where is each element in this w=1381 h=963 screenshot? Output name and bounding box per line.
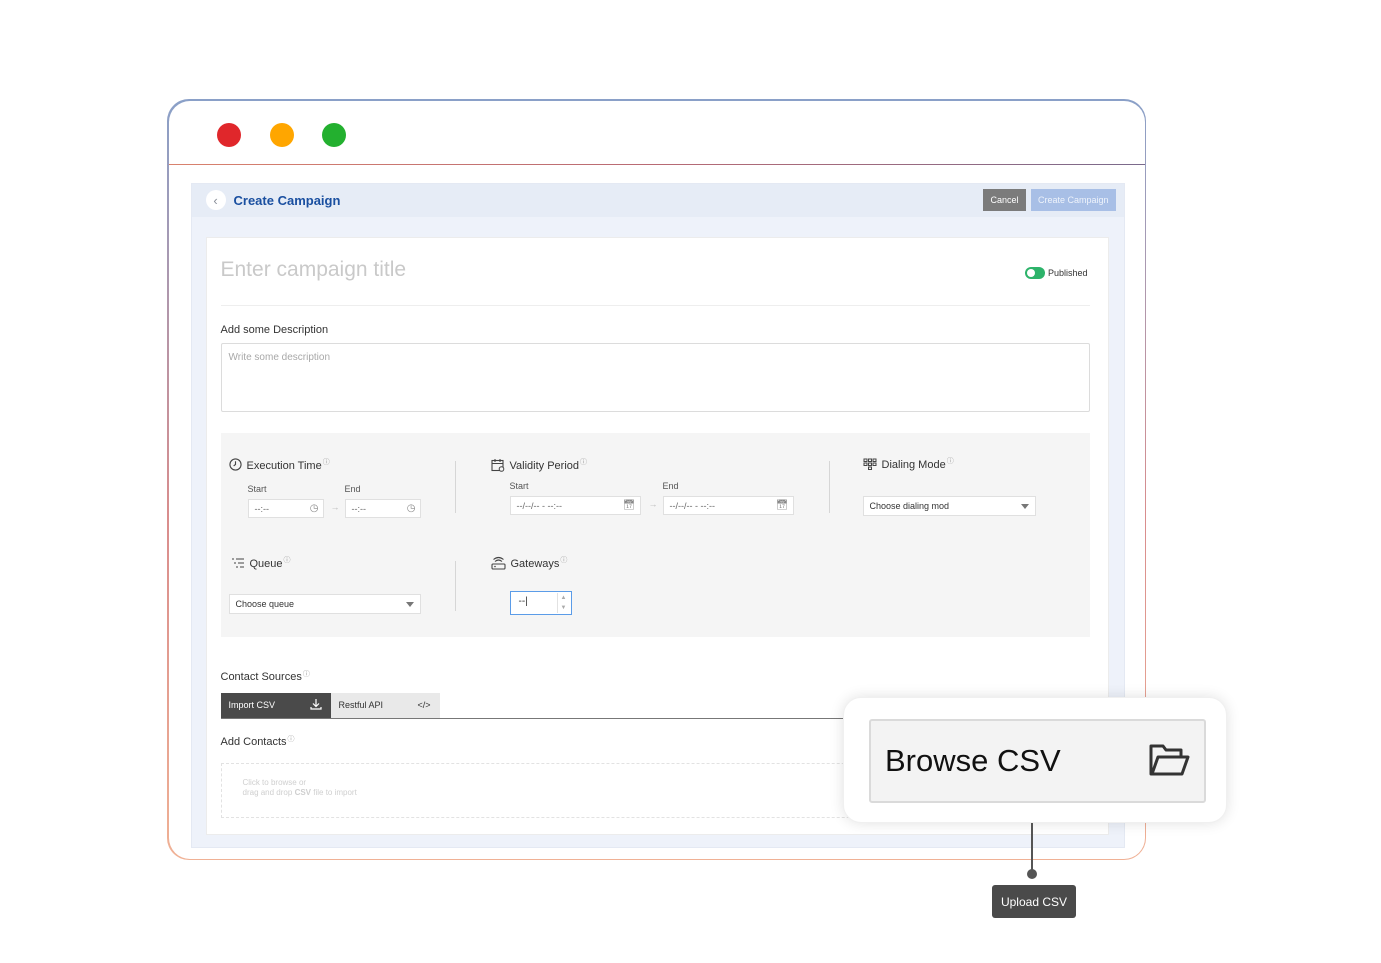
execution-start-label: Start <box>247 483 267 494</box>
caret-down-icon <box>405 601 414 607</box>
add-contacts-label: Add Contactsⓘ <box>220 735 295 748</box>
window-close-dot[interactable] <box>216 122 241 147</box>
queue-label: Queue ⓘ <box>231 557 291 572</box>
callout-connector-dot <box>1027 869 1037 879</box>
validity-end-label: End <box>662 480 679 491</box>
divider <box>828 460 830 513</box>
description-label: Add some Description <box>220 323 329 336</box>
callout-connector <box>1031 823 1033 873</box>
router-icon <box>490 556 506 573</box>
validity-start-label: Start <box>509 480 529 491</box>
folder-open-icon <box>1149 744 1190 776</box>
execution-start-input[interactable]: --:-- ◷ <box>247 498 324 518</box>
campaign-title-input[interactable]: Enter campaign title <box>221 258 407 282</box>
validity-period-label: Validity Period ⓘ <box>490 457 587 475</box>
info-icon[interactable]: ⓘ <box>947 456 954 466</box>
arrow-right-icon: → <box>648 498 658 509</box>
clock-icon: ◷ <box>309 502 319 514</box>
info-icon[interactable]: ⓘ <box>284 555 291 565</box>
published-toggle[interactable] <box>1024 266 1045 279</box>
arrow-right-icon: → <box>330 501 340 512</box>
contact-sources-label: Contact Sourcesⓘ <box>220 670 310 683</box>
titlebar-divider <box>168 163 1145 165</box>
gateways-input[interactable]: --| ▲ ▼ <box>509 590 572 615</box>
clock-icon <box>228 457 242 474</box>
execution-end-input[interactable]: --:-- ◷ <box>344 498 421 518</box>
list-icon <box>231 557 245 572</box>
upload-csv-tooltip: Upload CSV <box>992 885 1076 918</box>
chevron-left-icon: ‹ <box>213 192 218 208</box>
create-campaign-button[interactable]: Create Campaign <box>1030 188 1116 211</box>
divider <box>454 560 456 611</box>
browse-csv-label: Browse CSV <box>885 743 1061 778</box>
clock-icon: ◷ <box>406 502 416 514</box>
divider <box>454 460 456 513</box>
page-header: ‹ Create Campaign Cancel Create Campaign <box>191 183 1124 217</box>
page-title: Create Campaign <box>233 192 341 208</box>
info-icon[interactable]: ⓘ <box>323 457 330 467</box>
download-icon <box>309 698 322 713</box>
info-icon[interactable]: ⓘ <box>288 736 295 743</box>
queue-select[interactable]: Choose queue <box>228 593 421 614</box>
cancel-button[interactable]: Cancel <box>983 188 1026 211</box>
window-maximize-dot[interactable] <box>321 122 346 147</box>
validity-end-input[interactable]: --/--/-- - --:-- 📅︎ <box>662 495 794 515</box>
info-icon[interactable]: ⓘ <box>580 457 587 467</box>
caret-down-icon <box>1020 503 1029 509</box>
description-textarea[interactable]: Write some description <box>220 342 1090 412</box>
window-minimize-dot[interactable] <box>269 122 294 147</box>
browse-csv-callout: Browse CSV <box>843 697 1227 823</box>
published-label: Published <box>1047 267 1088 278</box>
info-icon[interactable]: ⓘ <box>560 555 567 565</box>
campaign-settings-panel: Execution Time ⓘ Start End --:-- ◷ → --:--… <box>220 432 1090 637</box>
calendar-icon <box>490 458 505 475</box>
calendar-icon: 📅︎ <box>622 499 636 511</box>
validity-start-input[interactable]: --/--/-- - --:-- 📅︎ <box>509 495 641 515</box>
divider <box>220 304 1090 306</box>
info-icon[interactable]: ⓘ <box>303 671 310 678</box>
stepper-arrows[interactable]: ▲ ▼ <box>556 592 570 613</box>
dialing-mode-label: Dialing Mode ⓘ <box>863 458 954 473</box>
tab-import-csv[interactable]: Import CSV <box>220 692 331 718</box>
dialpad-icon <box>863 458 877 473</box>
tab-restful-api[interactable]: Restful API </> <box>330 692 440 718</box>
code-icon: </> <box>417 700 431 710</box>
calendar-icon: 📅︎ <box>775 499 789 511</box>
dialing-mode-select[interactable]: Choose dialing mod <box>862 495 1036 516</box>
gateways-label: Gateways ⓘ <box>490 555 567 573</box>
execution-end-label: End <box>344 483 361 494</box>
execution-time-label: Execution Time ⓘ <box>228 457 330 474</box>
back-button[interactable]: ‹ <box>205 190 226 210</box>
browse-csv-button[interactable]: Browse CSV <box>869 719 1206 803</box>
